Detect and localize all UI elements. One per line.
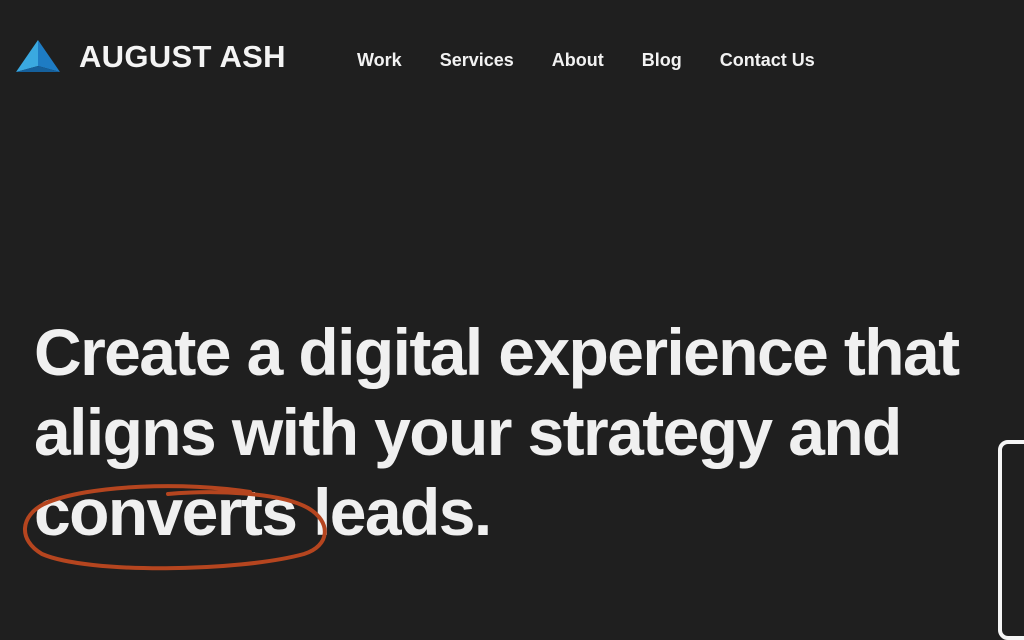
main-nav: Work Services About Blog Contact Us bbox=[357, 49, 815, 71]
hero-line-1: Create a digital experience that bbox=[34, 315, 960, 389]
nav-item-contact-us[interactable]: Contact Us bbox=[720, 49, 815, 71]
nav-item-services[interactable]: Services bbox=[440, 49, 514, 71]
hero-line-2: aligns with your strategy and bbox=[34, 395, 902, 469]
nav-item-blog[interactable]: Blog bbox=[642, 49, 682, 71]
highlighted-word: converts bbox=[23, 472, 327, 571]
side-card-edge bbox=[998, 440, 1024, 640]
brand-name: AUGUST ASH bbox=[79, 38, 286, 74]
nav-item-about[interactable]: About bbox=[552, 49, 604, 71]
site-header: AUGUST ASH Work Services About Blog Cont… bbox=[0, 0, 1024, 120]
hero-line-3: converts leads. bbox=[23, 472, 1024, 571]
hero-headline: Create a digital experience that aligns … bbox=[23, 312, 1024, 571]
nav-item-work[interactable]: Work bbox=[357, 49, 402, 71]
logo-link[interactable]: AUGUST ASH bbox=[14, 38, 286, 74]
highlighted-word-text: converts bbox=[34, 475, 298, 549]
hero-line-3-rest: leads. bbox=[296, 475, 492, 549]
triangle-logo-icon bbox=[16, 40, 60, 72]
